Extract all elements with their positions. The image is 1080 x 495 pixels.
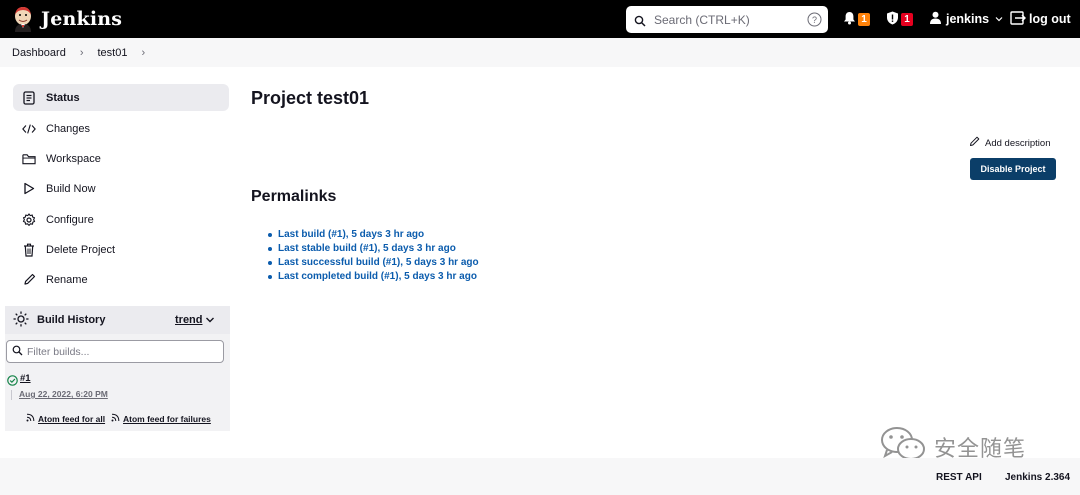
- sidebar-item-label: Changes: [46, 122, 91, 135]
- atom-feed-all-label: Atom feed for all: [38, 413, 106, 424]
- permalinks-heading: Permalinks: [251, 188, 337, 205]
- notifications-badge: 1: [858, 12, 870, 26]
- sidebar-item-rename[interactable]: Rename: [13, 266, 229, 293]
- atom-feed-failures-label: Atom feed for failures: [123, 413, 211, 424]
- sidebar-item-build-now[interactable]: Build Now: [13, 175, 229, 202]
- add-description-label: Add description: [985, 137, 1051, 149]
- sidebar-item-label: Workspace: [46, 152, 101, 165]
- sidebar-item-label: Delete Project: [46, 243, 116, 256]
- notifications-button[interactable]: 1: [843, 0, 870, 38]
- sidebar-item-configure[interactable]: Configure: [13, 206, 229, 233]
- play-icon: [22, 182, 36, 196]
- trash-icon: [22, 243, 36, 257]
- search-box[interactable]: ?: [626, 6, 828, 33]
- gear-icon: [22, 212, 36, 227]
- chevron-down-icon: [995, 12, 1003, 26]
- timeline-divider: [11, 390, 12, 400]
- filter-builds-box[interactable]: [6, 340, 224, 363]
- search-input[interactable]: [654, 12, 794, 27]
- trend-link[interactable]: trend: [175, 314, 203, 326]
- user-menu[interactable]: jenkins: [929, 0, 1003, 38]
- search-icon: [634, 14, 646, 27]
- shield-alert-icon: [886, 11, 899, 28]
- breadcrumb-test01[interactable]: test01: [98, 47, 128, 59]
- build-history-title: Build History: [37, 314, 106, 326]
- logout-button[interactable]: log out: [1010, 0, 1071, 38]
- pencil-icon: [22, 273, 36, 287]
- user-name: jenkins: [946, 12, 990, 26]
- sidebar-item-workspace[interactable]: Workspace: [13, 145, 229, 172]
- chevron-right-icon: ›: [79, 46, 84, 59]
- build-link[interactable]: #1: [20, 373, 31, 384]
- top-navbar: Jenkins ? 1 1 jenkins log: [0, 0, 1080, 38]
- page-footer: REST API Jenkins 2.364: [0, 458, 1080, 495]
- sidebar-item-changes[interactable]: Changes: [13, 115, 229, 142]
- rss-icon: [26, 413, 35, 424]
- atom-feed-all-link[interactable]: Atom feed for all: [26, 413, 105, 424]
- jenkins-version-link[interactable]: Jenkins 2.364: [1005, 472, 1070, 483]
- logout-label: log out: [1029, 12, 1071, 26]
- rss-icon: [111, 413, 120, 424]
- code-icon: [22, 122, 36, 136]
- permalink-last-stable-build[interactable]: Last stable build (#1), 5 days 3 hr ago: [268, 242, 479, 256]
- permalink-last-completed-build[interactable]: Last completed build (#1), 5 days 3 hr a…: [268, 270, 479, 284]
- filter-builds-input[interactable]: [27, 345, 217, 358]
- app-name: Jenkins: [41, 8, 123, 30]
- search-icon: [12, 343, 23, 361]
- sidebar-item-label: Rename: [46, 273, 88, 286]
- permalinks-list: Last build (#1), 5 days 3 hr ago Last st…: [268, 228, 479, 284]
- permalink-last-successful-build[interactable]: Last successful build (#1), 5 days 3 hr …: [268, 256, 479, 270]
- help-icon[interactable]: ?: [807, 12, 822, 27]
- build-history-header: Build History trend: [5, 306, 230, 334]
- sun-icon: [13, 311, 29, 330]
- success-check-icon: [7, 373, 18, 391]
- jenkins-butler-icon: [12, 6, 34, 32]
- user-icon: [929, 11, 942, 27]
- build-history-panel: Build History trend #1 Aug 22, 2022, 6:2…: [5, 306, 230, 431]
- chevron-down-icon[interactable]: [205, 315, 215, 325]
- jenkins-home-link[interactable]: Jenkins: [12, 0, 122, 38]
- status-icon: [22, 90, 36, 105]
- disable-project-button[interactable]: Disable Project: [970, 158, 1056, 180]
- pencil-icon: [969, 136, 980, 150]
- add-description-link[interactable]: Add description: [969, 136, 1050, 150]
- page-title: Project test01: [251, 88, 370, 108]
- sidebar-item-label: Build Now: [46, 182, 96, 195]
- folder-icon: [22, 152, 36, 166]
- build-date-link[interactable]: Aug 22, 2022, 6:20 PM: [19, 389, 108, 399]
- security-button[interactable]: 1: [886, 0, 913, 38]
- breadcrumb-dashboard[interactable]: Dashboard: [12, 47, 66, 59]
- chevron-right-icon[interactable]: ›: [141, 47, 145, 59]
- sidebar-item-label: Configure: [46, 213, 94, 226]
- rest-api-link[interactable]: REST API: [936, 472, 982, 483]
- sidebar-item-label: Status: [46, 91, 80, 104]
- atom-feed-failures-link[interactable]: Atom feed for failures: [111, 413, 211, 424]
- logout-icon: [1010, 10, 1026, 28]
- breadcrumb: Dashboard › test01 ›: [0, 38, 1080, 67]
- permalink-last-build[interactable]: Last build (#1), 5 days 3 hr ago: [268, 228, 479, 242]
- sidebar-item-status[interactable]: Status: [13, 84, 229, 111]
- security-badge: 1: [901, 12, 913, 26]
- sidebar-item-delete-project[interactable]: Delete Project: [13, 236, 229, 263]
- svg-text:?: ?: [812, 15, 817, 25]
- bell-icon: [843, 11, 856, 28]
